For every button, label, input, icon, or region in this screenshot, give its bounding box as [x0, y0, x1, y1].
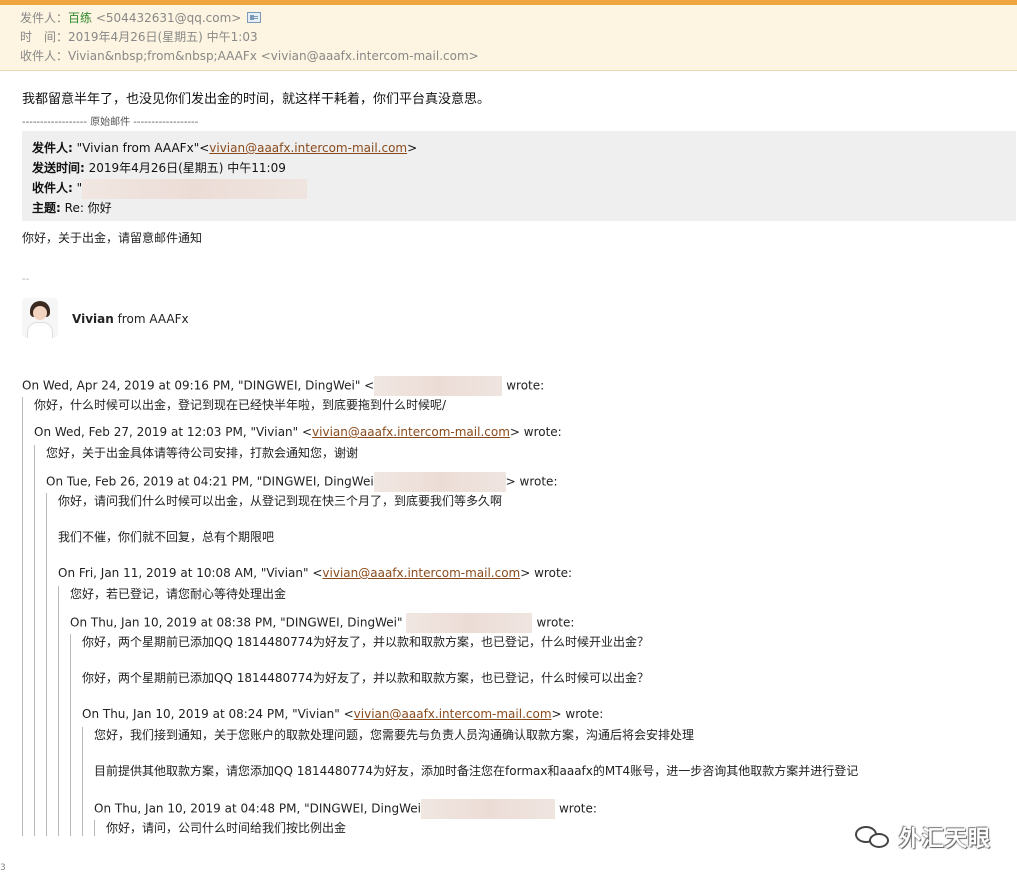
quote-line: 你好，两个星期前已添加QQ 1814480774为好友了，并以款和取款方案，也已…: [82, 635, 650, 649]
redacted-email: [406, 613, 533, 633]
header-to-row: 收件人：Vivian&nbsp;from&nbsp;AAAFx <vivian@…: [20, 47, 995, 66]
quote-header-text: On Thu, Jan 10, 2019 at 08:38 PM, "DINGW…: [70, 615, 403, 630]
quote-line: 目前提供其他取款方案，请您添加QQ 1814480774为好友，添加时备注您在f…: [94, 764, 859, 778]
redacted-email: [420, 799, 555, 819]
quote-line: 您好，我们接到通知，关于您账户的取款处理问题，您需要先与负责人员沟通确认取款方案…: [94, 728, 695, 742]
quote-wrote: > wrote:: [505, 474, 558, 489]
orig-from-label: 发件人:: [32, 141, 73, 155]
orig-time-value: 2019年4月26日(星期五) 中午11:09: [88, 161, 286, 175]
redacted-recipient: [82, 178, 308, 199]
quote-wrote: wrote:: [536, 615, 575, 630]
quote-header: On Wed, Apr 24, 2019 at 09:16 PM, "DINGW…: [22, 376, 1012, 397]
contact-card-icon[interactable]: [247, 12, 262, 23]
quote-block: 您好，关于出金具体请等待公司安排，打款会通知您，谢谢 On Tue, Feb 2…: [34, 445, 1012, 836]
signature-separator: --: [22, 274, 30, 285]
to-label: 收件人：: [20, 49, 69, 63]
quote-block: 您好，若已登记，请您耐心等待处理出金 On Thu, Jan 10, 2019 …: [58, 586, 1012, 836]
orig-from-row: 发件人: "Vivian from AAAFx"<vivian@aaafx.in…: [32, 138, 1006, 158]
quote-wrote: > wrote:: [551, 707, 604, 721]
quote-header-text: On Fri, Jan 11, 2019 at 10:08 AM, "Vivia…: [58, 566, 323, 580]
to-address[interactable]: <vivian@aaafx.intercom-mail.com>: [261, 49, 479, 63]
watermark-text: 外汇天眼: [898, 827, 991, 852]
quote-header: On Tue, Feb 26, 2019 at 04:21 PM, "DINGW…: [46, 472, 1012, 493]
orig-subject-value: Re: 你好: [64, 201, 112, 215]
quote-header: On Thu, Jan 10, 2019 at 08:38 PM, "DINGW…: [70, 613, 1012, 634]
signature-first-name: Vivian: [72, 312, 114, 326]
quote-wrote: wrote:: [558, 801, 597, 816]
header-from-row: 发件人：百练 <504432631@qq.com>: [20, 9, 995, 28]
quoted-thread: On Wed, Apr 24, 2019 at 09:16 PM, "DINGW…: [22, 376, 1012, 856]
orig-time-label: 发送时间:: [32, 161, 85, 175]
quote-header-text: On Thu, Jan 10, 2019 at 04:48 PM, "DINGW…: [94, 801, 421, 816]
quote-email-link[interactable]: vivian@aaafx.intercom-mail.com: [322, 566, 520, 580]
quote-header: On Wed, Feb 27, 2019 at 12:03 PM, "Vivia…: [34, 424, 1012, 445]
orig-time-row: 发送时间: 2019年4月26日(星期五) 中午11:09: [32, 158, 1006, 178]
quote-wrote: wrote:: [506, 378, 545, 393]
mail-header: 发件人：百练 <504432631@qq.com> 时 间：2019年4月26日…: [0, 5, 1017, 71]
quote-header: On Fri, Jan 11, 2019 at 10:08 AM, "Vivia…: [58, 565, 1012, 586]
quote-wrote: > wrote:: [520, 566, 573, 580]
quote-line: 您好，关于出金具体请等待公司安排，打款会通知您，谢谢: [46, 446, 359, 460]
quote-email-link[interactable]: vivian@aaafx.intercom-mail.com: [354, 707, 552, 721]
quote-header-text: On Wed, Apr 24, 2019 at 09:16 PM, "DINGW…: [22, 378, 375, 393]
from-address[interactable]: <504432631@qq.com>: [96, 11, 242, 25]
quote-line: 你好，什么时候可以出金，登记到现在已经快半年啦，到底要拖到什么时候呢/: [34, 398, 447, 412]
original-mail-divider: ------------------ 原始邮件 ----------------…: [22, 117, 199, 128]
original-mail-header: 发件人: "Vivian from AAAFx"<vivian@aaafx.in…: [22, 131, 1016, 221]
quote-line: 你好，请问我们什么时候可以出金，从登记到现在快三个月了，到底要我们等多久啊: [58, 494, 503, 508]
quote-header-text: On Tue, Feb 26, 2019 at 04:21 PM, "DINGW…: [46, 474, 374, 489]
orig-to-row: 收件人: ": [32, 178, 1006, 199]
quote-block: 你好，两个星期前已添加QQ 1814480774为好友了，并以款和取款方案，也已…: [70, 634, 1012, 836]
wechat-icon: [854, 824, 891, 850]
quote-header-text: On Thu, Jan 10, 2019 at 08:24 PM, "Vivia…: [82, 707, 354, 721]
redacted-email: [373, 472, 506, 492]
orig-to-label: 收件人:: [32, 181, 73, 195]
orig-from-end: >: [407, 141, 418, 155]
reply-greeting: 你好，关于出金，请留意邮件通知: [22, 231, 203, 245]
time-value: 2019年4月26日(星期五) 中午1:03: [68, 30, 258, 44]
quote-line: 你好，两个星期前已添加QQ 1814480774为好友了，并以款和取款方案，也已…: [82, 671, 650, 685]
to-name[interactable]: Vivian&nbsp;from&nbsp;AAAFx: [68, 49, 257, 63]
quote-wrote: > wrote:: [509, 425, 562, 439]
message-text: 我都留意半年了，也没见你们发出金的时间，就这样干耗着，你们平台真没意思。: [22, 92, 491, 107]
orig-from-value: "Vivian from AAAFx"<: [76, 141, 210, 155]
watermark: 外汇天眼: [854, 817, 991, 857]
quote-block: 你好，什么时候可以出金，登记到现在已经快半年啦，到底要拖到什么时候呢/ On W…: [22, 397, 1012, 836]
quote-line: 您好，若已登记，请您耐心等待处理出金: [70, 587, 287, 601]
orig-from-link[interactable]: vivian@aaafx.intercom-mail.com: [209, 141, 407, 155]
header-time-row: 时 间：2019年4月26日(星期五) 中午1:03: [20, 28, 995, 47]
edge-mark: 3: [0, 863, 6, 873]
quote-line: 我们不催，你们就不回复，总有个期限吧: [58, 530, 275, 544]
from-name[interactable]: 百练: [68, 11, 92, 25]
redacted-email: [374, 376, 503, 396]
orig-subject-row: 主题: Re: 你好: [32, 198, 1006, 218]
time-label: 时 间：: [20, 30, 69, 44]
quote-block: 你好，请问我们什么时候可以出金，从登记到现在快三个月了，到底要我们等多久啊 我们…: [46, 493, 1012, 836]
avatar: [22, 298, 58, 338]
quote-header: On Thu, Jan 10, 2019 at 08:24 PM, "Vivia…: [82, 706, 1012, 727]
quote-email-link[interactable]: vivian@aaafx.intercom-mail.com: [312, 425, 510, 439]
orig-subject-label: 主题:: [32, 201, 61, 215]
quote-header-text: On Wed, Feb 27, 2019 at 12:03 PM, "Vivia…: [34, 425, 313, 439]
from-label: 发件人：: [20, 11, 69, 25]
signature-suffix: from AAAFx: [113, 312, 189, 326]
signature-name: Vivian from AAAFx: [72, 312, 189, 326]
